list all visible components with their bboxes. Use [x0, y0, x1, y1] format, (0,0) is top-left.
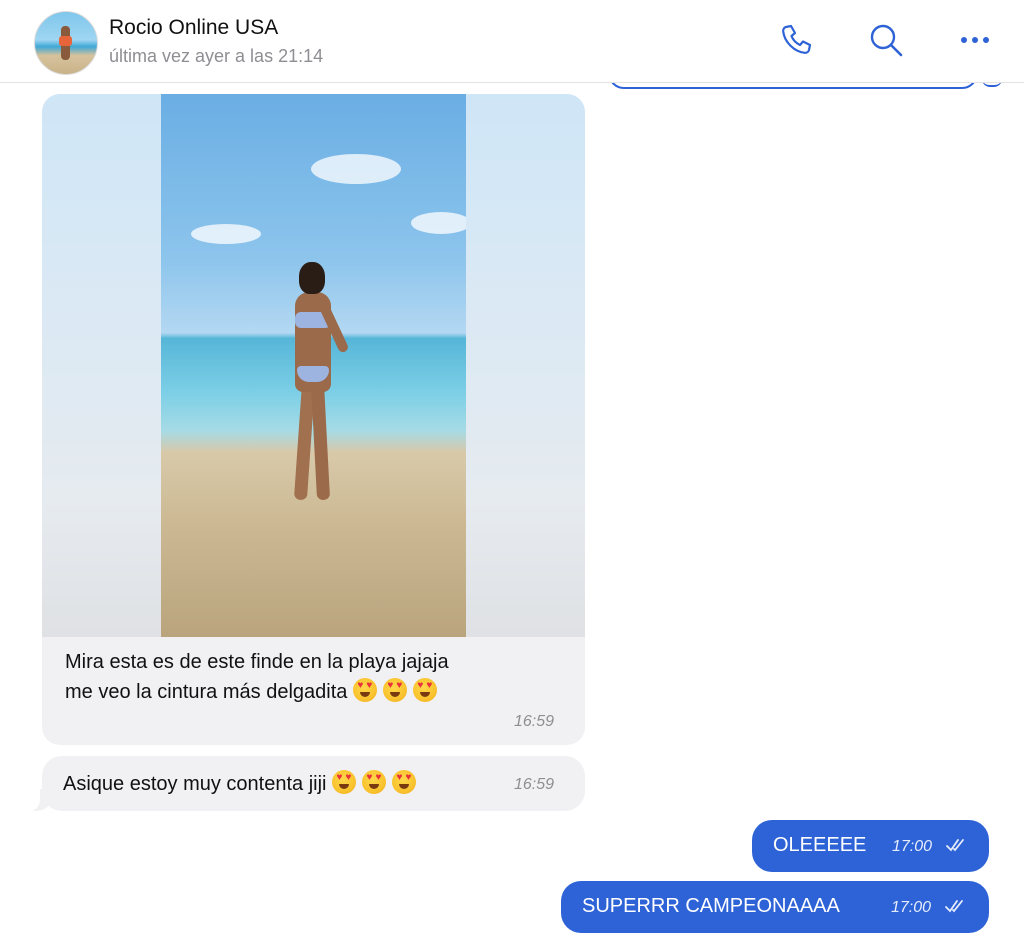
incoming-text-message[interactable]: Asique estoy muy contenta jiji 16:59 [42, 756, 585, 811]
heart-eyes-emoji-icon [392, 770, 417, 794]
outgoing-text-message[interactable]: OLEEEEE 17:00 [752, 820, 989, 872]
more-dots-icon [961, 37, 989, 43]
avatar[interactable] [34, 11, 98, 75]
search-icon [870, 24, 903, 57]
contact-name[interactable]: Rocio Online USA [109, 16, 278, 40]
outgoing-text-message[interactable]: SUPERRR CAMPEONAAAA 17:00 [561, 881, 989, 933]
last-seen-status: última vez ayer a las 21:14 [109, 46, 324, 66]
search-button[interactable] [866, 20, 906, 60]
heart-eyes-emoji-icon [353, 678, 378, 702]
message-text: SUPERRR CAMPEONAAAA [582, 895, 840, 917]
call-button[interactable] [776, 20, 816, 60]
message-time: 16:59 [514, 713, 555, 730]
message-text-content: Asique estoy muy contenta jiji [63, 773, 327, 795]
message-text: Asique estoy muy contenta jiji [63, 770, 417, 796]
incoming-photo-message[interactable]: Mira esta es de este finde en la playa j… [42, 94, 585, 745]
heart-eyes-emoji-icon [383, 678, 408, 702]
message-list[interactable]: Mira esta es de este finde en la playa j… [0, 53, 1024, 941]
heart-eyes-emoji-icon [332, 770, 357, 794]
double-check-icon [945, 900, 963, 913]
message-time: 17:00 [891, 899, 932, 916]
caption-line-2: me veo la cintura más delgadita [65, 677, 565, 707]
heart-eyes-emoji-icon [413, 678, 438, 702]
heart-eyes-emoji-icon [362, 770, 387, 794]
message-time: 16:59 [514, 776, 555, 793]
message-time: 17:00 [892, 838, 933, 855]
double-check-icon [946, 839, 964, 852]
photo-frame [42, 94, 585, 637]
caption-line-2-text: me veo la cintura más delgadita [65, 681, 348, 703]
photo-caption: Mira esta es de este finde en la playa j… [65, 647, 565, 707]
message-text: OLEEEEE [773, 834, 867, 856]
phone-icon [782, 24, 812, 54]
person-figure [281, 262, 353, 512]
caption-line-1: Mira esta es de este finde en la playa j… [65, 651, 449, 673]
chat-app: Rocio Online USA última vez ayer a las 2… [0, 0, 1024, 941]
chat-header: Rocio Online USA última vez ayer a las 2… [0, 0, 1024, 83]
more-button[interactable] [955, 20, 995, 60]
beach-photo[interactable] [161, 94, 466, 637]
